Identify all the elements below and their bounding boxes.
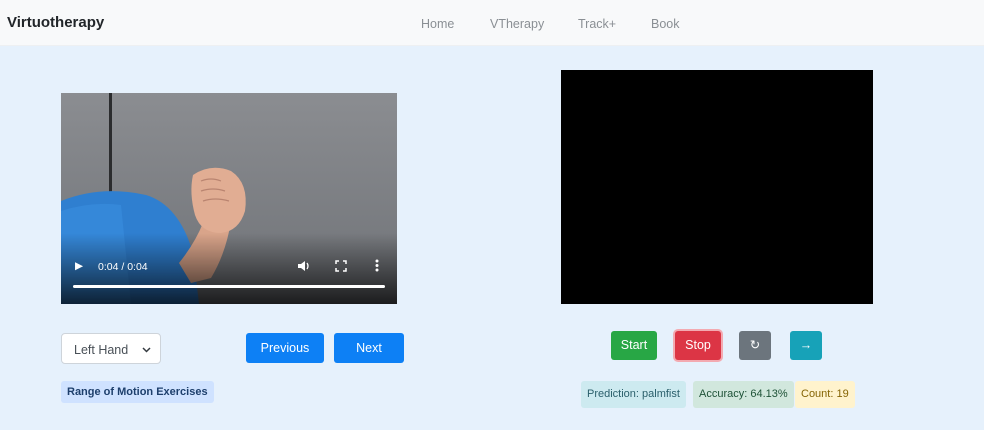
previous-button[interactable]: Previous xyxy=(246,333,324,363)
hand-select[interactable]: Left Hand xyxy=(61,333,161,364)
accuracy-badge: Accuracy: 64.13% xyxy=(693,381,794,408)
refresh-icon: ↻ xyxy=(749,338,761,352)
start-button[interactable]: Start xyxy=(611,331,657,360)
fullscreen-icon[interactable] xyxy=(335,260,347,275)
hand-select-value: Left Hand xyxy=(74,343,129,357)
arrow-right-icon: → xyxy=(799,338,813,352)
chevron-down-icon xyxy=(142,343,151,357)
more-options-icon[interactable] xyxy=(375,259,379,275)
count-badge: Count: 19 xyxy=(795,381,855,408)
next-button[interactable]: Next xyxy=(334,333,404,363)
stop-button[interactable]: Stop xyxy=(675,331,721,360)
nav-link-book[interactable]: Book xyxy=(651,17,680,31)
forward-button[interactable]: → xyxy=(790,331,822,360)
brand-logo[interactable]: Virtuotherapy xyxy=(7,14,104,31)
video-time: 0:04 / 0:04 xyxy=(98,261,148,273)
play-icon[interactable]: ▶ xyxy=(75,260,83,272)
reset-button[interactable]: ↻ xyxy=(739,331,771,360)
navbar: Virtuotherapy Home VTherapy Track+ Book xyxy=(0,0,984,46)
video-progress-bar[interactable] xyxy=(73,285,385,288)
nav-link-vtherapy[interactable]: VTherapy xyxy=(490,17,544,31)
nav-link-track[interactable]: Track+ xyxy=(578,17,616,31)
prediction-badge: Prediction: palmfist xyxy=(581,381,686,408)
volume-icon[interactable] xyxy=(297,260,310,275)
nav-link-home[interactable]: Home xyxy=(421,17,454,31)
exercise-category-badge: Range of Motion Exercises xyxy=(61,381,214,403)
exercise-video-player[interactable]: ▶ 0:04 / 0:04 xyxy=(61,93,397,304)
webcam-preview xyxy=(561,70,873,304)
